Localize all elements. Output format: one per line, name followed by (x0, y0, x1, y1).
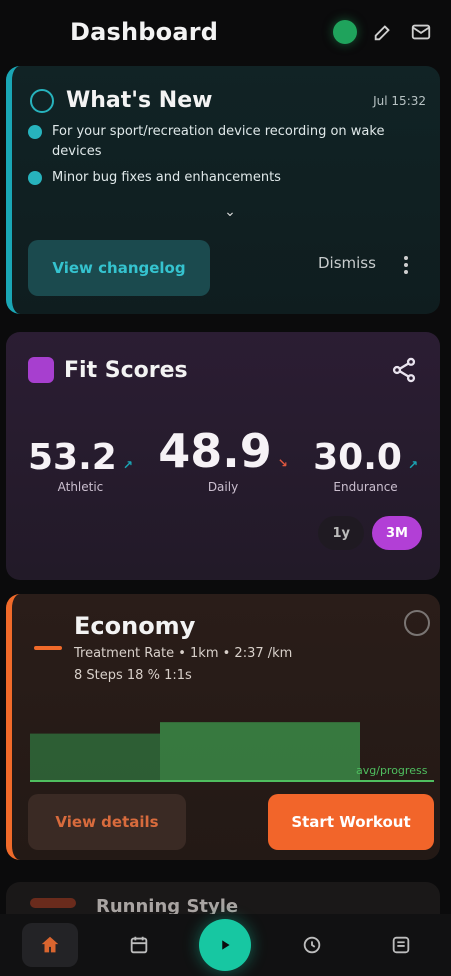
score-label: Endurance (333, 480, 398, 494)
whats-new-date: Jul 15:32 (373, 93, 426, 108)
nav-home-icon[interactable] (22, 923, 79, 967)
status-dot[interactable] (333, 20, 357, 44)
score-value-row: 30.0 ↗ (313, 437, 418, 478)
whats-new-bullets: For your sport/recreation device recordi… (28, 122, 398, 194)
economy-bar (30, 733, 160, 782)
top-actions (333, 20, 433, 44)
bullet-text: Minor bug fixes and enhancements (52, 170, 281, 185)
bullet-text: For your sport/recreation device recordi… (52, 124, 385, 159)
economy-bar (160, 722, 360, 782)
whats-new-title-row: What's New (30, 88, 212, 113)
fit-scores-header: Fit Scores (28, 356, 418, 384)
nav-calendar-icon[interactable] (111, 923, 167, 967)
running-style-accent (30, 898, 76, 908)
fit-scores-title-row: Fit Scores (28, 357, 188, 383)
fit-scores-card: Fit Scores 53.2 ↗ Athletic 48.9 ↘ Daily (6, 332, 440, 580)
fit-scores-title: Fit Scores (64, 357, 188, 383)
bottom-navigation (0, 914, 451, 976)
score-value: 48.9 (158, 424, 272, 478)
view-details-button[interactable]: View details (28, 794, 186, 850)
trend-up-icon: ↗ (407, 458, 418, 472)
economy-line-2: 8 Steps 18 % 1:1s (74, 668, 192, 683)
more-options-icon[interactable] (396, 248, 416, 282)
trend-down-icon: ↘ (277, 456, 288, 470)
info-icon[interactable] (404, 610, 430, 636)
fit-scores-icon (28, 357, 54, 383)
info-ring-icon (30, 88, 54, 113)
list-item: For your sport/recreation device recordi… (28, 122, 398, 162)
score-value-row: 53.2 ↗ (28, 437, 133, 478)
top-bar: Dashboard (0, 0, 451, 64)
score-label: Daily (207, 480, 239, 494)
score-value-row: 48.9 ↘ (158, 424, 288, 478)
list-item: Minor bug fixes and enhancements (28, 168, 398, 188)
score-athletic[interactable]: 53.2 ↗ Athletic (28, 437, 133, 494)
score-value: 30.0 (313, 437, 402, 478)
share-icon[interactable] (390, 356, 418, 384)
economy-title: Economy (74, 612, 196, 640)
whats-new-header: What's New Jul 15:32 (30, 88, 426, 113)
nav-record-button[interactable] (199, 919, 252, 971)
economy-line-1: Treatment Rate • 1km • 2:37 /km (74, 646, 293, 661)
scores-row: 53.2 ↗ Athletic 48.9 ↘ Daily 30.0 ↗ Endu… (28, 414, 418, 494)
page-title: Dashboard (70, 18, 219, 46)
trend-up-icon: ↗ (122, 458, 133, 472)
bullet-icon (28, 171, 42, 185)
economy-chart-label: avg/progress (356, 764, 428, 777)
whats-new-title: What's New (66, 88, 213, 113)
score-endurance[interactable]: 30.0 ↗ Endurance (313, 437, 418, 494)
edit-icon[interactable] (371, 20, 395, 44)
economy-accent (34, 646, 62, 650)
start-workout-button[interactable]: Start Workout (268, 794, 434, 850)
toggle-option-1y[interactable]: 1y (318, 516, 365, 550)
view-changelog-button[interactable]: View changelog (28, 240, 210, 296)
chevron-down-icon[interactable]: ⌄ (220, 204, 240, 220)
nav-stats-icon[interactable] (284, 923, 340, 967)
bullet-icon (28, 125, 42, 139)
mail-icon[interactable] (409, 20, 433, 44)
score-value: 53.2 (28, 437, 117, 478)
period-toggle: 1y 3M (318, 516, 422, 550)
whats-new-card: What's New Jul 15:32 For your sport/recr… (6, 66, 440, 314)
score-label: Athletic (57, 480, 104, 494)
toggle-option-3m[interactable]: 3M (372, 516, 422, 550)
economy-card: Economy Treatment Rate • 1km • 2:37 /km … (6, 594, 440, 860)
nav-profile-icon[interactable] (373, 923, 429, 967)
score-daily[interactable]: 48.9 ↘ Daily (158, 424, 288, 494)
dismiss-button[interactable]: Dismiss (318, 254, 376, 272)
